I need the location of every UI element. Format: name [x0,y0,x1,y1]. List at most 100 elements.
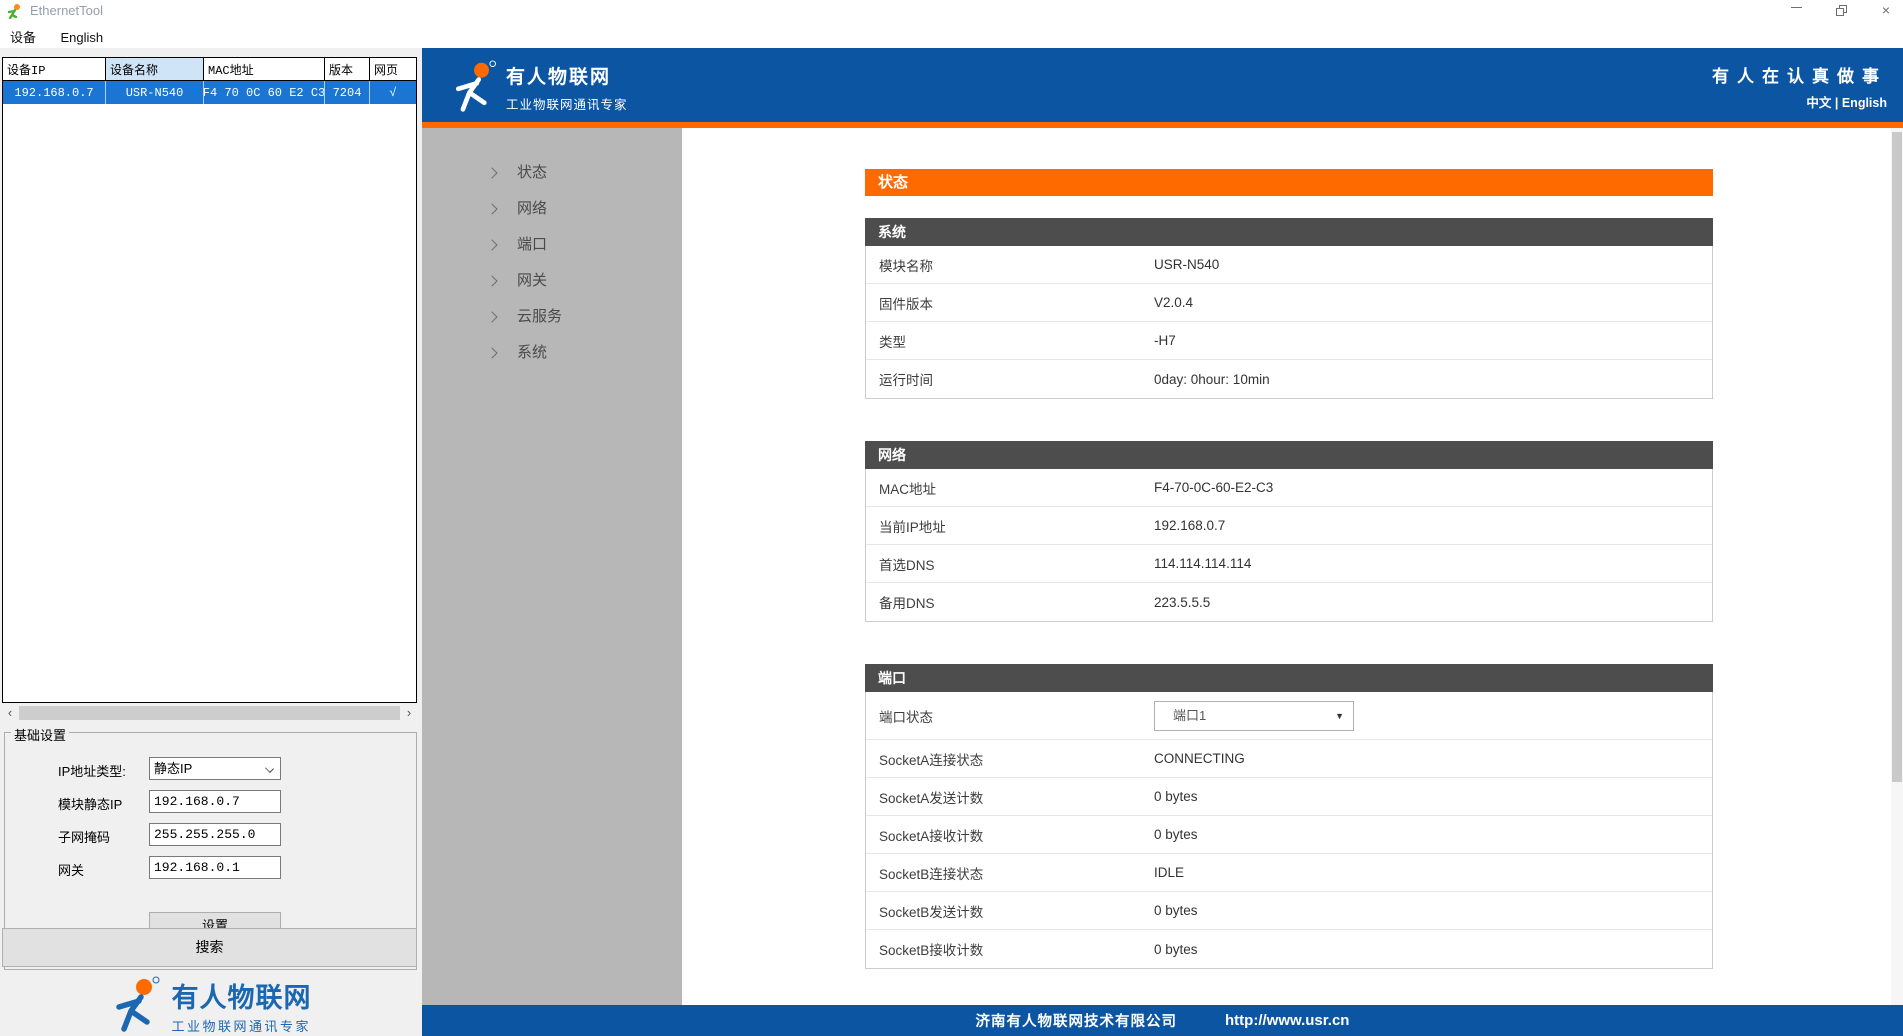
field-label: 子网掩码 [58,827,110,846]
usr-mascot-icon [450,60,500,114]
web-slogan: 有人在认真做事 [1712,62,1887,87]
close-button[interactable]: × [1871,0,1901,22]
table-row: SocketB连接状态IDLE [866,854,1712,892]
horizontal-scrollbar[interactable]: ‹ › [2,705,417,721]
status-sections: 系统模块名称USR-N540固件版本V2.0.4类型-H7运行时间0day: 0… [865,218,1713,969]
chevron-right-icon [486,347,497,358]
table-row: SocketB接收计数0 bytes [866,930,1712,968]
settings-field: 子网掩码 [5,821,416,854]
column-header-4[interactable]: 版本 [325,58,370,80]
nav-item[interactable]: 系统 [422,335,682,371]
table-row: 首选DNS114.114.114.114 [866,545,1712,583]
web-header: 有人物联网 工业物联网通讯专家 有人在认真做事 中文 | English [422,48,1903,122]
row-value: 0 bytes [1154,903,1198,918]
device-cell: USR-N540 [106,81,204,104]
nav-item[interactable]: 状态 [422,155,682,191]
row-value: IDLE [1154,865,1184,880]
nav-item-label: 系统 [517,344,547,361]
page-title: 状态 [865,169,1713,196]
nav-item[interactable]: 网络 [422,191,682,227]
field-input[interactable] [149,823,281,846]
table-row: SocketA连接状态CONNECTING [866,740,1712,778]
column-header-3[interactable]: MAC地址 [204,58,325,80]
ip-type-select[interactable]: 静态IP [149,757,281,780]
status-section: 端口端口状态端口1▼SocketA连接状态CONNECTINGSocketA发送… [865,664,1713,969]
nav-item-label: 网络 [517,200,547,217]
section-header: 网络 [865,441,1713,469]
port-select[interactable]: 端口1▼ [1154,701,1354,731]
table-row: SocketA发送计数0 bytes [866,778,1712,816]
row-value: V2.0.4 [1154,295,1193,310]
web-brand-sub: 工业物联网通讯专家 [506,94,628,113]
restore-button[interactable] [1827,0,1857,22]
usr-logo: 有人物联网 工业物联网通讯专家 [0,976,422,1035]
device-table-header: 设备IP设备名称MAC地址版本网页 [3,58,416,81]
scroll-left-icon[interactable]: ‹ [2,705,18,721]
device-web-link[interactable]: √ [370,81,416,104]
nav-item[interactable]: 云服务 [422,299,682,335]
chevron-right-icon [486,239,497,250]
chevron-right-icon [486,203,497,214]
web-sidebar: 状态网络端口网关云服务系统 [422,128,682,1005]
table-row: 端口状态端口1▼ [866,692,1712,740]
minimize-button[interactable] [1781,0,1811,22]
scrollbar-thumb[interactable] [19,706,400,720]
section-table: MAC地址F4-70-0C-60-E2-C3当前IP地址192.168.0.7首… [865,469,1713,622]
web-content: 状态 系统模块名称USR-N540固件版本V2.0.4类型-H7运行时间0day… [682,128,1891,1005]
vertical-scrollbar[interactable] [1891,128,1903,1005]
row-label: 固件版本 [866,293,1154,313]
scrollbar-thumb[interactable] [1892,132,1902,782]
chevron-right-icon [486,311,497,322]
row-value: 0day: 0hour: 10min [1154,372,1270,387]
field-input[interactable] [149,856,281,879]
logo-name: 有人物联网 [172,976,312,1015]
row-label: SocketB接收计数 [866,939,1154,959]
table-row: 当前IP地址192.168.0.7 [866,507,1712,545]
column-header-2[interactable]: 设备名称 [106,58,204,80]
nav-item[interactable]: 网关 [422,263,682,299]
table-row: 运行时间0day: 0hour: 10min [866,360,1712,398]
row-value: CONNECTING [1154,751,1245,766]
row-label: 运行时间 [866,369,1154,389]
menu-device[interactable]: 设备 [0,22,46,51]
menu-english[interactable]: English [50,25,113,50]
chevron-down-icon [265,764,274,773]
column-header-1[interactable]: 设备IP [3,58,106,80]
row-label: 首选DNS [866,554,1154,574]
nav-item[interactable]: 端口 [422,227,682,263]
scroll-right-icon[interactable]: › [401,705,417,721]
row-label: 类型 [866,331,1154,351]
usr-mascot-icon [111,976,163,1034]
menu-bar: 设备 English [0,22,1903,48]
footer-url[interactable]: http://www.usr.cn [1225,1012,1349,1029]
row-value: 端口1▼ [1154,701,1354,731]
section-header: 系统 [865,218,1713,246]
row-label: SocketA发送计数 [866,787,1154,807]
group-title: 基础设置 [11,725,69,744]
app-icon [7,3,23,19]
web-footer: 济南有人物联网技术有限公司 http://www.usr.cn [422,1005,1903,1036]
device-cell: F4 70 0C 60 E2 C3 [204,81,325,104]
row-label: SocketA连接状态 [866,749,1154,769]
row-value: 223.5.5.5 [1154,595,1210,610]
row-label: SocketB连接状态 [866,863,1154,883]
row-value: USR-N540 [1154,257,1219,272]
search-button[interactable]: 搜索 [2,928,417,967]
field-label: IP地址类型: [58,761,126,780]
table-row: 模块名称USR-N540 [866,246,1712,284]
chevron-right-icon [486,275,497,286]
row-value: -H7 [1154,333,1176,348]
web-view: 有人物联网 工业物联网通讯专家 有人在认真做事 中文 | English 状态网… [422,48,1903,1036]
row-value: 192.168.0.7 [1154,518,1225,533]
logo-slogan: 工业物联网通讯专家 [172,1016,312,1035]
column-header-5[interactable]: 网页 [370,58,416,80]
table-row: 类型-H7 [866,322,1712,360]
language-switch[interactable]: 中文 | English [1712,92,1887,111]
row-label: MAC地址 [866,478,1154,498]
row-value: 0 bytes [1154,789,1198,804]
table-row: SocketB发送计数0 bytes [866,892,1712,930]
field-input[interactable] [149,790,281,813]
table-row: MAC地址F4-70-0C-60-E2-C3 [866,469,1712,507]
section-header: 端口 [865,664,1713,692]
device-row-selected[interactable]: 192.168.0.7USR-N540F4 70 0C 60 E2 C37204… [3,81,416,104]
